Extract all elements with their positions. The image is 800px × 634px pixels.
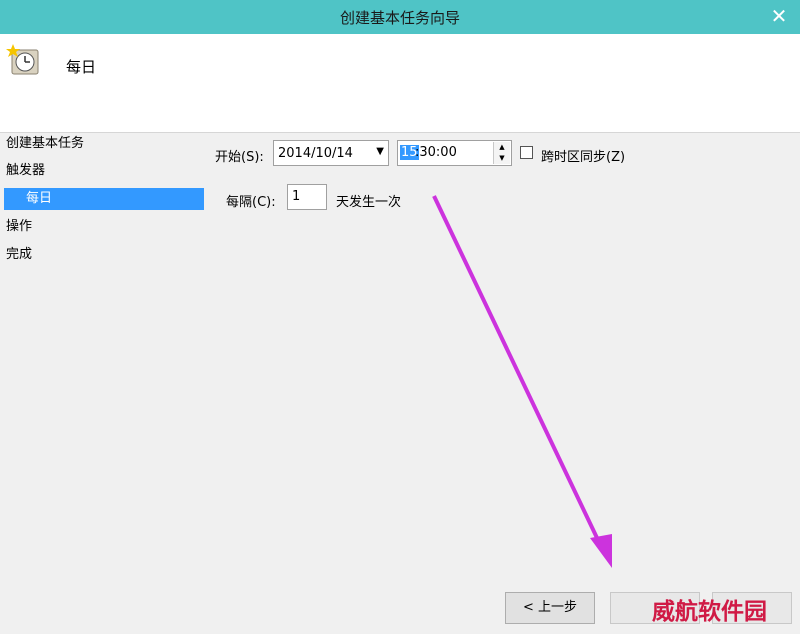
- watermark: 威航软件园: [652, 599, 767, 625]
- back-button[interactable]: < 上一步: [505, 592, 595, 624]
- annotation-arrow: [432, 195, 612, 568]
